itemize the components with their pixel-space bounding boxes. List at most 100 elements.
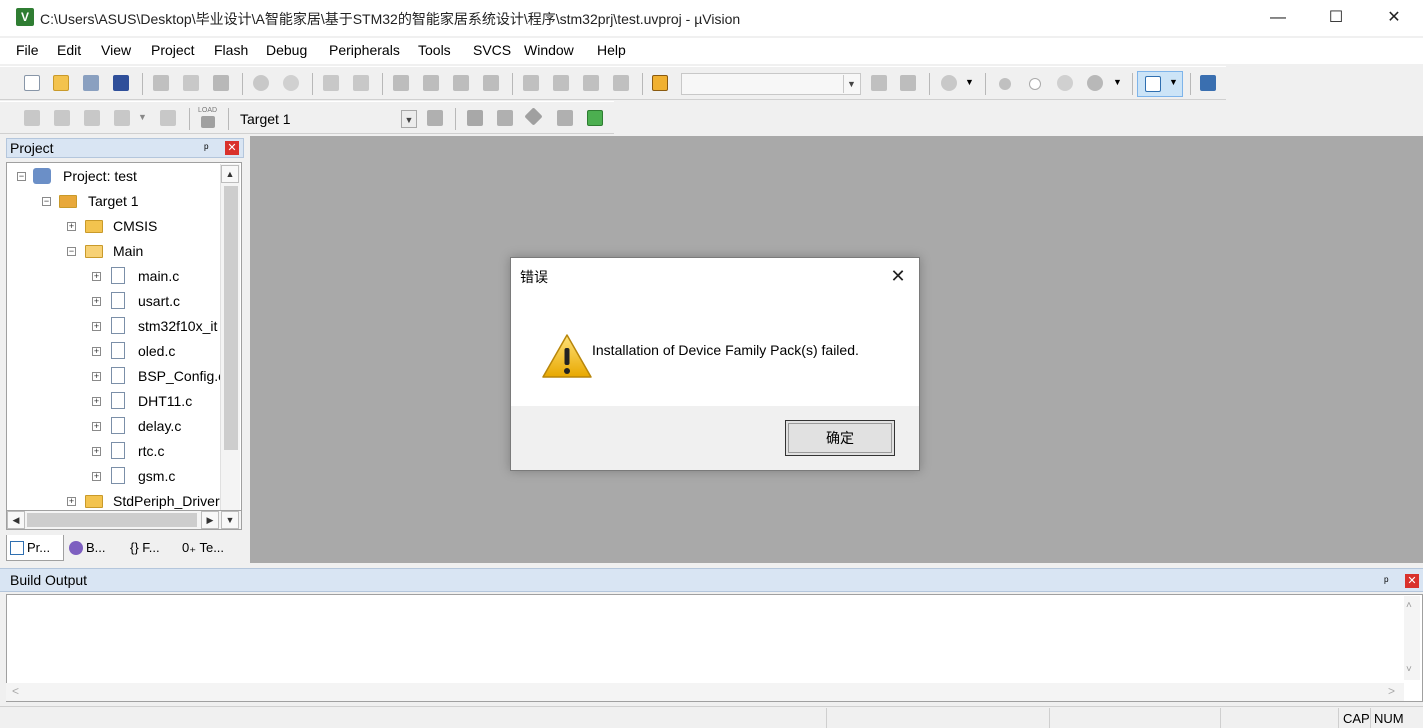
rebuild-icon[interactable]: [84, 110, 100, 126]
close-window-button[interactable]: ✕: [1365, 0, 1423, 36]
indent-icon[interactable]: [523, 75, 539, 91]
breakpoint-icon[interactable]: [999, 78, 1011, 90]
tree-item-file[interactable]: + gsm.c: [7, 465, 221, 487]
uncomment-icon[interactable]: [613, 75, 629, 91]
expand-icon[interactable]: +: [67, 222, 76, 231]
disable-all-breakpoints-icon[interactable]: [1057, 75, 1073, 91]
expand-icon[interactable]: +: [92, 447, 101, 456]
expand-icon[interactable]: +: [92, 297, 101, 306]
scroll-left-icon[interactable]: <: [12, 684, 19, 698]
expand-icon[interactable]: +: [92, 322, 101, 331]
tree-item-target[interactable]: − Target 1: [7, 190, 217, 212]
build-output-horizontal-scrollbar[interactable]: [6, 683, 1404, 701]
save-icon[interactable]: [83, 75, 99, 91]
menu-file[interactable]: File: [16, 42, 39, 58]
menu-project[interactable]: Project: [151, 42, 195, 58]
menu-peripherals[interactable]: Peripherals: [329, 42, 400, 58]
tree-item-file[interactable]: + stm32f10x_it: [7, 315, 221, 337]
comment-icon[interactable]: [583, 75, 599, 91]
new-file-icon[interactable]: [24, 75, 40, 91]
menu-debug[interactable]: Debug: [266, 42, 307, 58]
tree-item-file[interactable]: + usart.c: [7, 290, 221, 312]
target-select[interactable]: Target 1 ▼: [235, 108, 419, 130]
pin-icon[interactable]: ᵖ: [204, 141, 209, 155]
translate-icon[interactable]: [24, 110, 40, 126]
menu-view[interactable]: View: [101, 42, 131, 58]
expand-icon[interactable]: +: [92, 422, 101, 431]
find-in-files-icon[interactable]: [652, 75, 668, 91]
redo-icon[interactable]: [283, 75, 299, 91]
menu-svcs[interactable]: SVCS: [473, 42, 511, 58]
menu-help[interactable]: Help: [597, 42, 626, 58]
scroll-left-icon[interactable]: ◀: [7, 511, 25, 529]
tree-item-file[interactable]: + rtc.c: [7, 440, 221, 462]
unindent-icon[interactable]: [553, 75, 569, 91]
tree-item-folder[interactable]: − Main: [7, 240, 217, 262]
next-bookmark-icon[interactable]: [453, 75, 469, 91]
chevron-down-icon[interactable]: ▼: [138, 112, 147, 122]
tree-item-folder[interactable]: + StdPeriph_Driver: [7, 490, 221, 511]
save-all-icon[interactable]: [113, 75, 129, 91]
scroll-up-icon[interactable]: ▲: [221, 165, 239, 183]
menu-flash[interactable]: Flash: [214, 42, 248, 58]
manage-project-items-icon[interactable]: [467, 110, 483, 126]
collapse-icon[interactable]: −: [67, 247, 76, 256]
zoom-icon[interactable]: [941, 75, 957, 91]
chevron-down-icon[interactable]: ▼: [401, 110, 417, 128]
clear-bookmarks-icon[interactable]: [483, 75, 499, 91]
manage-runtime-environment-icon[interactable]: [524, 107, 543, 126]
minimize-button[interactable]: —: [1249, 0, 1307, 36]
tab-templates[interactable]: 0₊ Te...: [180, 535, 244, 561]
chevron-down-icon[interactable]: ▼: [1113, 77, 1122, 87]
menu-window[interactable]: Window: [524, 42, 574, 58]
batch-build-icon[interactable]: [114, 110, 130, 126]
maximize-button[interactable]: ☐: [1307, 0, 1365, 36]
menu-tools[interactable]: Tools: [418, 42, 451, 58]
close-project-panel-button[interactable]: ✕: [225, 141, 239, 155]
expand-icon[interactable]: +: [92, 347, 101, 356]
pack-installer-icon[interactable]: [587, 110, 603, 126]
tree-item-file[interactable]: + main.c: [7, 265, 221, 287]
pin-icon[interactable]: ᵖ: [1384, 574, 1389, 588]
undo-icon[interactable]: [253, 75, 269, 91]
select-packs-icon[interactable]: [497, 110, 513, 126]
scroll-right-icon[interactable]: >: [1388, 684, 1395, 698]
scroll-down-icon[interactable]: ˅: [1406, 664, 1412, 675]
tree-item-project[interactable]: − Project: test: [7, 165, 217, 187]
tab-project[interactable]: Pr...: [6, 535, 64, 561]
wrench-icon[interactable]: [1200, 75, 1216, 91]
expand-icon[interactable]: +: [92, 372, 101, 381]
collapse-icon[interactable]: −: [17, 172, 26, 181]
tree-item-folder[interactable]: + CMSIS: [7, 215, 217, 237]
stop-build-icon[interactable]: [160, 110, 176, 126]
close-dialog-button[interactable]: ✕: [886, 264, 910, 288]
chevron-down-icon[interactable]: ▼: [965, 77, 974, 87]
open-file-icon[interactable]: [53, 75, 69, 91]
tab-books[interactable]: B...: [66, 535, 122, 561]
tree-item-file[interactable]: + DHT11.c: [7, 390, 221, 412]
ok-button[interactable]: 确定: [785, 420, 895, 456]
tree-item-file[interactable]: + BSP_Config.c: [7, 365, 221, 387]
find-combo[interactable]: ▼: [681, 73, 861, 95]
scrollbar-thumb[interactable]: [27, 513, 197, 527]
navigate-forward-icon[interactable]: [353, 75, 369, 91]
disable-breakpoint-icon[interactable]: [1029, 78, 1041, 90]
download-icon[interactable]: [201, 116, 215, 128]
cut-icon[interactable]: [153, 75, 169, 91]
scroll-down-icon[interactable]: ▼: [221, 511, 239, 529]
kill-all-breakpoints-icon[interactable]: [1087, 75, 1103, 91]
tree-item-file[interactable]: + delay.c: [7, 415, 221, 437]
tree-item-file[interactable]: + oled.c: [7, 340, 221, 362]
expand-icon[interactable]: +: [92, 397, 101, 406]
copy-icon[interactable]: [183, 75, 199, 91]
incremental-find-icon[interactable]: [900, 75, 916, 91]
collapse-icon[interactable]: −: [42, 197, 51, 206]
paste-icon[interactable]: [213, 75, 229, 91]
expand-icon[interactable]: +: [67, 497, 76, 506]
scroll-right-icon[interactable]: ▶: [201, 511, 219, 529]
software-packs-icon[interactable]: [557, 110, 573, 126]
tab-functions[interactable]: {} F...: [122, 535, 180, 561]
scrollbar-thumb[interactable]: [224, 186, 238, 450]
chevron-down-icon[interactable]: ▼: [843, 75, 859, 93]
menu-edit[interactable]: Edit: [57, 42, 81, 58]
